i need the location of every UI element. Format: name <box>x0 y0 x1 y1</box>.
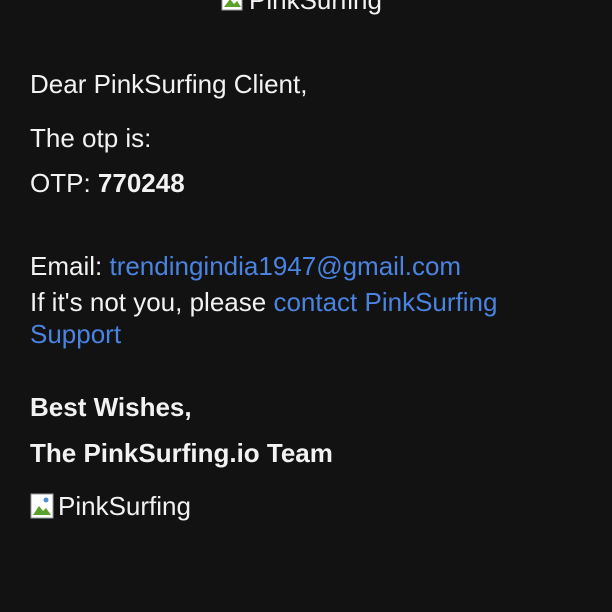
otp-code: 770248 <box>97 168 185 198</box>
broken-image-icon <box>30 493 56 519</box>
header-logo-alt: PinkSurfing <box>249 0 382 15</box>
contact-support-link[interactable]: contact PinkSurfing <box>273 287 497 317</box>
otp-line: OTP: 770248 <box>30 167 185 199</box>
signoff-team: The PinkSurfing.io Team <box>30 438 333 468</box>
footer-logo-alt: PinkSurfing <box>58 491 191 521</box>
support-line-2: Support <box>30 318 121 350</box>
header-logo: PinkSurfing <box>221 0 382 15</box>
email-label: Email: <box>30 251 110 281</box>
support-prefix: If it's not you, please <box>30 287 274 317</box>
contact-support-link-continued[interactable]: Support <box>30 319 121 349</box>
signoff-wishes: Best Wishes, <box>30 392 192 422</box>
otp-intro: The otp is: <box>30 123 152 153</box>
footer-logo: PinkSurfing <box>30 489 191 523</box>
otp-label: OTP: <box>30 168 98 198</box>
email-link[interactable]: trendingindia1947@gmail.com <box>109 251 461 281</box>
email-line: Email: trendingindia1947@gmail.com <box>30 250 461 282</box>
support-line: If it's not you, please contact PinkSurf… <box>30 286 497 318</box>
broken-image-icon <box>221 0 247 13</box>
greeting: Dear PinkSurfing Client, <box>30 69 308 99</box>
